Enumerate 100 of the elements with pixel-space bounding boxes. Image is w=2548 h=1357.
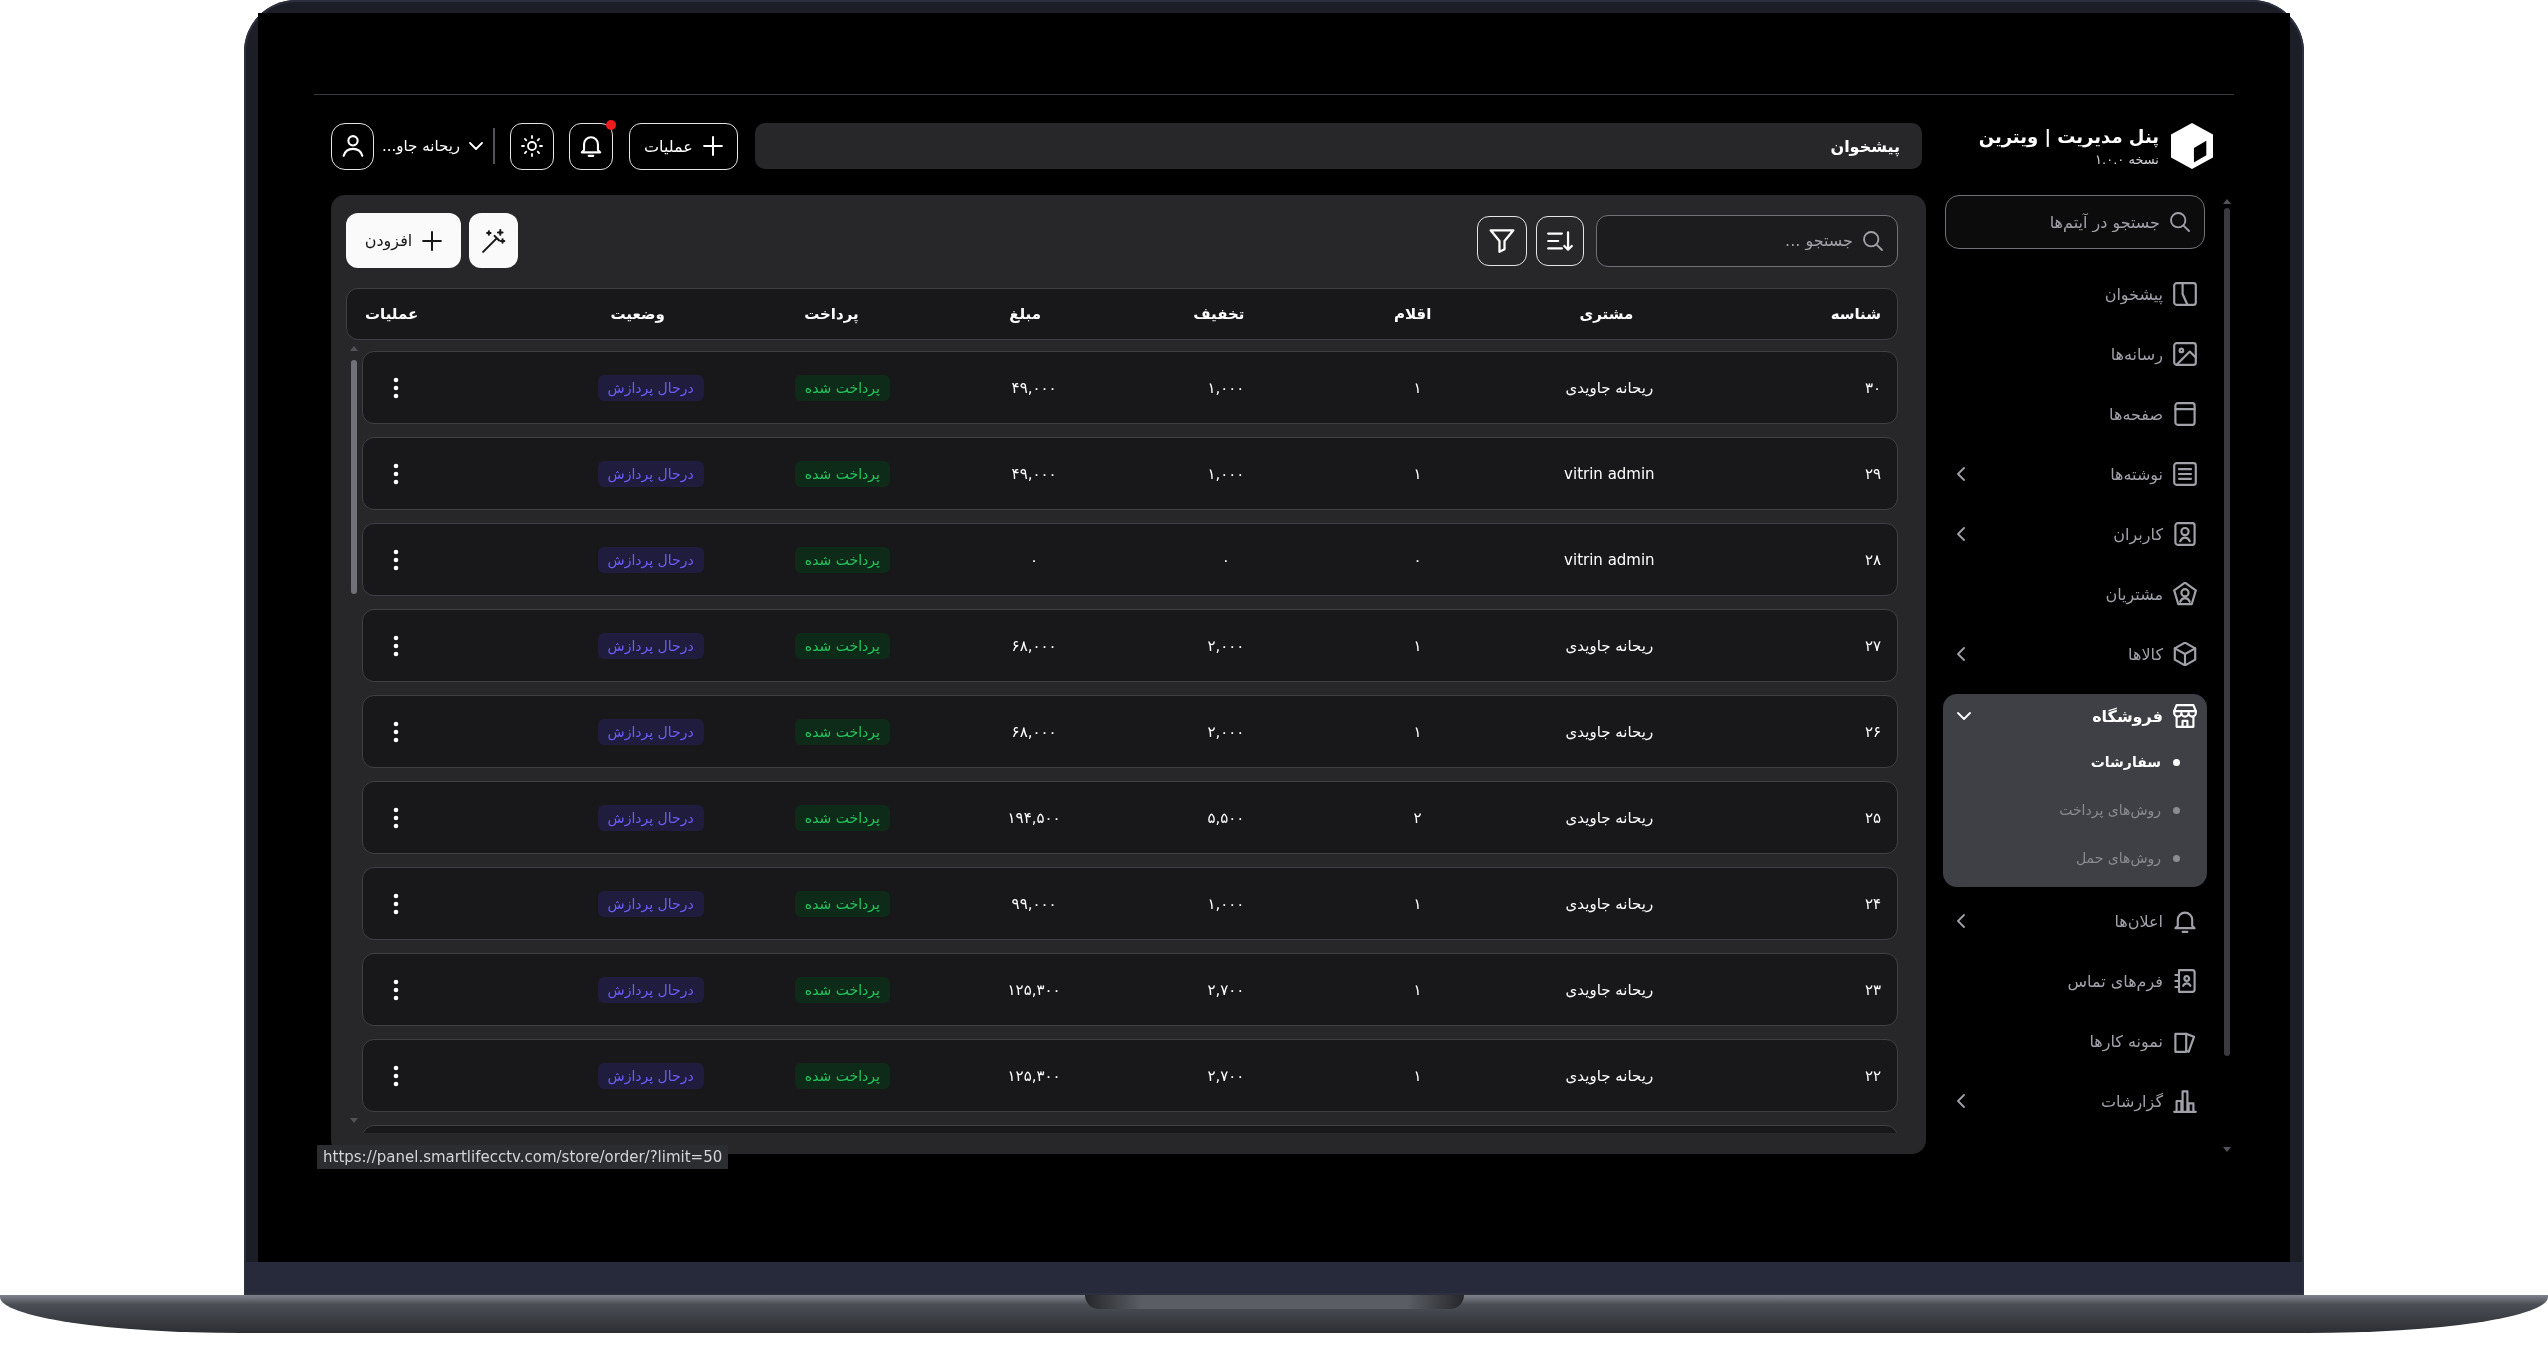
status-badge: درحال پردازش bbox=[597, 632, 704, 659]
scrollbar-thumb[interactable] bbox=[351, 360, 357, 594]
sidebar-item[interactable]: پیشخوان bbox=[1943, 264, 2207, 324]
more-icon[interactable] bbox=[393, 892, 399, 915]
notifications-button[interactable] bbox=[569, 122, 614, 170]
status-badge: درحال پردازش bbox=[597, 718, 704, 745]
more-icon[interactable] bbox=[393, 376, 399, 399]
order-id: ۲۸ bbox=[1864, 550, 1881, 569]
sidebar-item[interactable]: فرم‌های تماس bbox=[1943, 951, 2207, 1011]
payment-badge: پرداخت شده bbox=[794, 546, 890, 573]
customer-name: ریحانه جاویدی bbox=[1565, 980, 1654, 999]
notebook-icon bbox=[2173, 969, 2197, 993]
sidebar-item[interactable]: گزارشات bbox=[1943, 1071, 2207, 1131]
sidebar-item[interactable]: فروشگاه bbox=[1943, 694, 2207, 738]
scrollbar-thumb[interactable] bbox=[2224, 208, 2230, 1056]
discount-amount: ۱,۰۰۰ bbox=[1207, 378, 1245, 397]
customer-name: ریحانه جاویدی bbox=[1565, 894, 1654, 913]
payment-badge: پرداخت شده bbox=[794, 890, 890, 917]
item-count: ۰ bbox=[1413, 550, 1422, 569]
customer-name: ریحانه جاویدی bbox=[1565, 808, 1654, 827]
item-count: ۱ bbox=[1413, 378, 1422, 397]
sidebar-item[interactable]: نمونه کارها bbox=[1943, 1011, 2207, 1071]
magic-button[interactable] bbox=[469, 213, 518, 268]
user-menu-button[interactable]: ریحانه جاو... bbox=[380, 137, 486, 155]
cube-icon bbox=[2173, 642, 2197, 666]
search-field[interactable]: جستجو ... bbox=[1596, 214, 1898, 267]
sidebar-item[interactable]: نوشته‌ها bbox=[1943, 444, 2207, 504]
scroll-down-icon[interactable] bbox=[2223, 1147, 2231, 1152]
more-icon[interactable] bbox=[393, 978, 399, 1001]
sort-button[interactable] bbox=[1536, 215, 1584, 266]
column-header: وضعیت bbox=[610, 305, 665, 323]
column-header: شناسه bbox=[1830, 305, 1881, 323]
customer-name: vitrin admin bbox=[1564, 464, 1655, 483]
item-count: ۲ bbox=[1413, 808, 1422, 827]
sidebar-item[interactable]: صفحه‌ها bbox=[1943, 384, 2207, 444]
theme-button[interactable] bbox=[510, 122, 555, 170]
item-count: ۱ bbox=[1413, 1066, 1422, 1085]
payment-badge: پرداخت شده bbox=[794, 632, 890, 659]
item-count: ۱ bbox=[1413, 464, 1422, 483]
version-label: نسخه ۱.۰.۰ bbox=[2095, 151, 2159, 167]
actions-button[interactable]: عملیات bbox=[629, 122, 738, 170]
status-badge: درحال پردازش bbox=[597, 976, 704, 1003]
more-icon[interactable] bbox=[393, 634, 399, 657]
column-header: تخفیف bbox=[1193, 305, 1245, 323]
customer-name: ریحانه جاویدی bbox=[1565, 378, 1654, 397]
customer-name: ریحانه جاویدی bbox=[1565, 1066, 1654, 1085]
order-amount: ۹۹,۰۰۰ bbox=[1011, 894, 1057, 913]
magic-wand-icon bbox=[481, 228, 506, 253]
user-badge-icon bbox=[2173, 582, 2197, 606]
column-header: اقلام bbox=[1393, 305, 1432, 323]
order-amount: ۶۸,۰۰۰ bbox=[1011, 722, 1057, 741]
more-icon[interactable] bbox=[393, 462, 399, 485]
more-icon[interactable] bbox=[393, 1064, 399, 1087]
payment-badge: پرداخت شده bbox=[794, 718, 890, 745]
order-id: ۲۳ bbox=[1864, 980, 1881, 999]
avatar-button[interactable] bbox=[331, 122, 374, 170]
bar-chart-icon bbox=[2173, 1089, 2197, 1113]
status-badge: درحال پردازش bbox=[597, 804, 704, 831]
status-badge: درحال پردازش bbox=[597, 546, 704, 573]
search-icon bbox=[1863, 230, 1883, 251]
more-icon[interactable] bbox=[393, 806, 399, 829]
more-icon[interactable] bbox=[393, 548, 399, 571]
filter-button[interactable] bbox=[1477, 215, 1527, 266]
search-icon bbox=[2170, 212, 2190, 232]
sidebar-item[interactable]: مشتریان bbox=[1943, 564, 2207, 624]
scroll-up-icon[interactable] bbox=[2223, 199, 2231, 204]
order-amount: ۱۲۵,۳۰۰ bbox=[1007, 980, 1061, 999]
discount-amount: ۲,۰۰۰ bbox=[1207, 636, 1245, 655]
status-url: https://panel.smartlifecctv.com/store/order/?limit=50 bbox=[317, 1145, 729, 1169]
order-id: ۲۵ bbox=[1864, 808, 1881, 827]
add-button[interactable]: افزودن bbox=[346, 213, 461, 268]
sidebar-item[interactable]: رسانه‌ها bbox=[1943, 324, 2207, 384]
sun-icon bbox=[521, 135, 544, 157]
discount-amount: ۱,۰۰۰ bbox=[1207, 894, 1245, 913]
order-id: ۳۰ bbox=[1864, 378, 1881, 397]
order-id: ۲۶ bbox=[1864, 722, 1881, 741]
status-badge: درحال پردازش bbox=[597, 1062, 704, 1089]
search-field[interactable]: جستجو در آیتم‌ها bbox=[1945, 195, 2205, 249]
item-count: ۱ bbox=[1413, 894, 1422, 913]
order-amount: ۶۸,۰۰۰ bbox=[1011, 636, 1057, 655]
discount-amount: ۲,۷۰۰ bbox=[1207, 1066, 1245, 1085]
more-icon[interactable] bbox=[393, 720, 399, 743]
sidebar-item[interactable]: کالاها bbox=[1943, 624, 2207, 684]
app-title: پنل مدیریت | ویترین bbox=[1978, 125, 2159, 147]
discount-amount: ۵,۵۰۰ bbox=[1207, 808, 1245, 827]
sidebar-item[interactable]: کاربران bbox=[1943, 504, 2207, 564]
sidebar-item[interactable]: اعلان‌ها bbox=[1943, 891, 2207, 951]
order-amount: ۴۹,۰۰۰ bbox=[1011, 464, 1057, 483]
customer-name: vitrin admin bbox=[1564, 550, 1655, 569]
bullet-icon bbox=[2173, 854, 2180, 862]
customer-name: ریحانه جاویدی bbox=[1565, 722, 1654, 741]
window-icon bbox=[2173, 402, 2197, 426]
sidebar-subitem[interactable]: سفارشات bbox=[1943, 738, 2207, 786]
status-badge: درحال پردازش bbox=[597, 460, 704, 487]
payment-badge: پرداخت شده bbox=[794, 1062, 890, 1089]
order-amount: ۰ bbox=[1030, 550, 1039, 569]
column-header: عملیات bbox=[365, 305, 419, 323]
customer-name: ریحانه جاویدی bbox=[1565, 636, 1654, 655]
chevron-down-icon bbox=[469, 142, 484, 150]
order-amount: ۱۹۴,۵۰۰ bbox=[1007, 808, 1061, 827]
